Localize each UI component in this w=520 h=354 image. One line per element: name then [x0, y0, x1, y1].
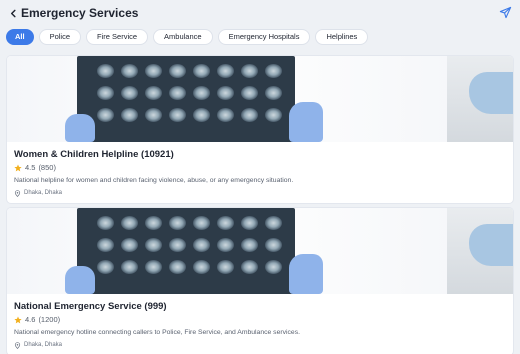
- service-image: [7, 208, 513, 294]
- service-card[interactable]: Women & Children Helpline (10921) 4.5 (8…: [7, 56, 513, 203]
- service-description: National emergency hotline connecting ca…: [14, 329, 300, 336]
- review-count: (1200): [38, 315, 61, 324]
- service-card[interactable]: National Emergency Service (999) 4.6 (12…: [7, 208, 513, 354]
- share-button[interactable]: [499, 6, 512, 19]
- service-rating: 4.5 (850): [14, 163, 506, 172]
- star-icon: [14, 315, 22, 323]
- service-image: [7, 56, 513, 142]
- send-icon: [499, 6, 512, 19]
- page-title: Emergency Services: [21, 6, 139, 20]
- star-icon: [14, 163, 22, 171]
- rating-value: 4.6: [25, 315, 36, 324]
- chevron-left-icon: [10, 9, 16, 17]
- service-description: National helpline for women and children…: [14, 177, 294, 184]
- map-pin-icon: [14, 341, 21, 349]
- filter-all[interactable]: All: [6, 29, 34, 45]
- category-filter-bar: All Police Fire Service Ambulance Emerge…: [6, 29, 369, 45]
- review-count: (850): [38, 163, 56, 172]
- back-button[interactable]: [6, 6, 20, 20]
- rating-value: 4.5: [25, 163, 36, 172]
- map-pin-icon: [14, 189, 21, 197]
- filter-emergency-hospitals[interactable]: Emergency Hospitals: [217, 29, 311, 45]
- filter-fire-service[interactable]: Fire Service: [86, 29, 149, 45]
- service-title: Women & Children Helpline (10921): [14, 149, 174, 160]
- service-location: Dhaka, Dhaka: [14, 189, 506, 197]
- filter-ambulance[interactable]: Ambulance: [153, 29, 213, 45]
- filter-helplines[interactable]: Helplines: [315, 29, 369, 45]
- service-title: National Emergency Service (999): [14, 301, 167, 312]
- app-header: Emergency Services: [0, 0, 520, 26]
- location-text: Dhaka, Dhaka: [24, 342, 63, 348]
- service-rating: 4.6 (1200): [14, 315, 506, 324]
- filter-police[interactable]: Police: [38, 29, 82, 45]
- location-text: Dhaka, Dhaka: [24, 190, 63, 196]
- service-location: Dhaka, Dhaka: [14, 341, 506, 349]
